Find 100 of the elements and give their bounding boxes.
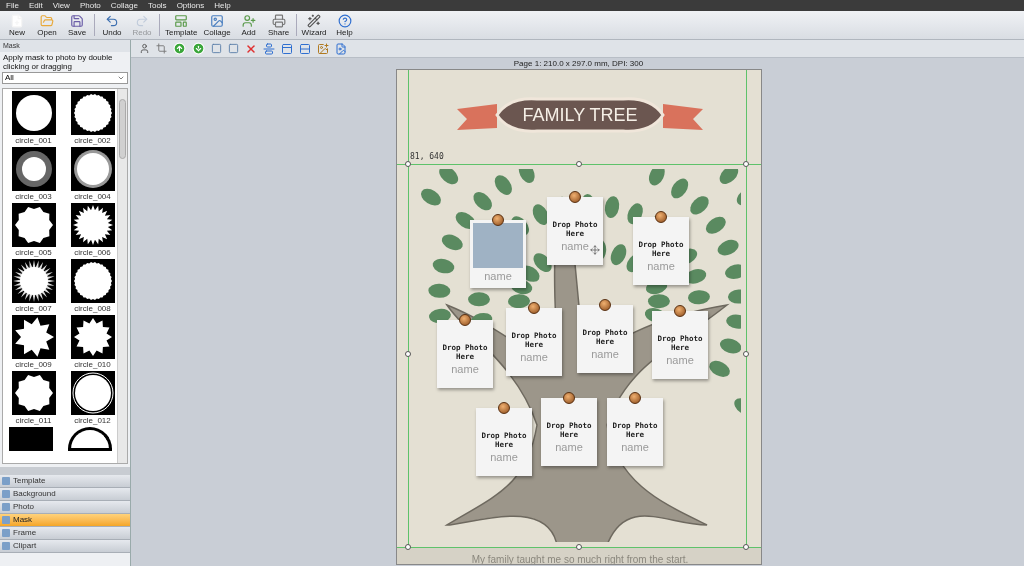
name-label: name — [666, 354, 694, 366]
toolbar-button[interactable]: Wizard — [300, 14, 328, 38]
arrow-up-icon[interactable] — [173, 42, 186, 55]
mask-thumbnail[interactable] — [70, 371, 115, 415]
page-info: Page 1: 210.0 x 297.0 mm, DPI: 300 — [512, 59, 645, 69]
mask-label: circle_012 — [74, 415, 111, 426]
toolbar-button[interactable]: Save — [64, 14, 90, 38]
name-label: name — [591, 348, 619, 360]
mask-label: circle_004 — [74, 191, 111, 202]
mask-thumbnail[interactable] — [11, 259, 56, 303]
save-icon — [70, 14, 84, 28]
splitter-handle[interactable] — [0, 467, 130, 475]
pin-icon — [569, 191, 581, 203]
toolbar-button[interactable]: Open — [34, 14, 60, 38]
pin-icon — [528, 302, 540, 314]
resize-handle[interactable] — [743, 161, 749, 167]
banner-title: FAMILY TREE — [521, 105, 639, 125]
toolbar-button[interactable]: Help — [331, 14, 358, 38]
toolbar-button[interactable]: Collage — [202, 14, 232, 38]
mask-thumbnail[interactable] — [68, 427, 112, 451]
name-label: name — [561, 240, 589, 252]
image-icon[interactable] — [317, 42, 329, 55]
share-icon — [271, 14, 286, 28]
wizard-icon — [307, 14, 322, 28]
name-label: name — [484, 270, 512, 282]
caret-icon — [117, 74, 125, 82]
toolbar-button[interactable]: Add — [235, 14, 262, 38]
resize-handle[interactable] — [743, 544, 749, 550]
name-label: name — [520, 351, 548, 363]
mask-label: circle_005 — [15, 247, 52, 258]
rows-icon[interactable] — [299, 42, 311, 55]
mask-thumbnail[interactable] — [70, 147, 115, 191]
pin-icon — [629, 392, 641, 404]
pin-icon — [492, 214, 504, 226]
delete-icon[interactable] — [245, 42, 257, 55]
mask-thumbnail[interactable] — [70, 91, 115, 135]
toolbar-button[interactable]: Template — [164, 14, 199, 38]
mask-thumbnail[interactable] — [11, 91, 56, 135]
open-icon — [40, 14, 54, 28]
coordinates-label: 81, 640 — [410, 151, 444, 163]
menu-item[interactable]: Edit — [28, 1, 43, 10]
name-label: name — [647, 260, 675, 272]
arrow-down-icon[interactable] — [192, 42, 205, 55]
resize-handle[interactable] — [405, 544, 411, 550]
mask-label: circle_011 — [15, 415, 52, 426]
panel-tab[interactable]: Clipart — [0, 540, 130, 553]
panel-tab[interactable]: Frame — [0, 527, 130, 540]
menu-item[interactable]: Options — [176, 1, 205, 10]
align-icon[interactable] — [263, 42, 275, 55]
photo-placeholder — [473, 223, 523, 268]
move-cursor-icon — [590, 245, 600, 255]
resize-handle[interactable] — [576, 161, 582, 167]
mask-label: circle_006 — [74, 247, 111, 258]
redo-icon — [135, 14, 149, 28]
menu-item[interactable]: Photo — [79, 1, 101, 10]
menu-item[interactable]: Tools — [147, 1, 167, 10]
panel-tab[interactable]: Mask — [0, 514, 130, 527]
resize-handle[interactable] — [405, 161, 411, 167]
name-label: name — [555, 441, 583, 453]
mask-thumbnail[interactable] — [11, 203, 56, 247]
mask-thumbnail[interactable] — [9, 427, 53, 451]
pin-icon — [674, 305, 686, 317]
mask-thumbnail[interactable] — [11, 315, 56, 359]
help-icon — [337, 14, 352, 28]
name-label: name — [621, 441, 649, 453]
menu-item[interactable]: File — [6, 1, 19, 10]
toolbar-button[interactable]: New — [4, 14, 30, 38]
resize-handle[interactable] — [743, 351, 749, 357]
mask-thumbnail[interactable] — [70, 259, 115, 303]
name-label: name — [490, 451, 518, 463]
resize-handle[interactable] — [405, 351, 411, 357]
file-image-icon[interactable] — [335, 42, 347, 55]
undo-icon — [105, 14, 119, 28]
mask-thumbnail[interactable] — [70, 203, 115, 247]
toolbar-button[interactable]: Undo — [99, 14, 125, 38]
mask-thumbnail[interactable] — [11, 371, 56, 415]
pin-icon — [599, 299, 611, 311]
mask-thumbnail[interactable] — [11, 147, 56, 191]
mask-label: circle_009 — [15, 359, 52, 370]
name-label: name — [451, 363, 479, 375]
panel-icon[interactable] — [281, 42, 293, 55]
menu-item[interactable]: Help — [214, 1, 231, 10]
toolbar-button[interactable]: Share — [265, 14, 292, 38]
template-icon — [174, 14, 189, 28]
mask-label: circle_008 — [74, 303, 111, 314]
resize-handle[interactable] — [576, 544, 582, 550]
panel-tab[interactable]: Background — [0, 488, 130, 501]
mask-label: circle_001 — [15, 135, 52, 146]
mask-label: circle_007 — [15, 303, 52, 314]
mask-thumbnail[interactable] — [70, 315, 115, 359]
panel-tab[interactable]: Template — [0, 475, 130, 488]
scrollbar-drawing[interactable] — [117, 89, 127, 463]
filter-dropdown[interactable]: All — [2, 72, 128, 84]
add-icon — [241, 14, 256, 28]
menu-item[interactable]: Collage — [110, 1, 138, 10]
new-icon — [10, 14, 24, 28]
panel-tab[interactable]: Photo — [0, 501, 130, 514]
menu-item[interactable]: View — [52, 1, 70, 10]
collage-icon — [210, 14, 225, 28]
person-icon[interactable] — [139, 43, 150, 54]
